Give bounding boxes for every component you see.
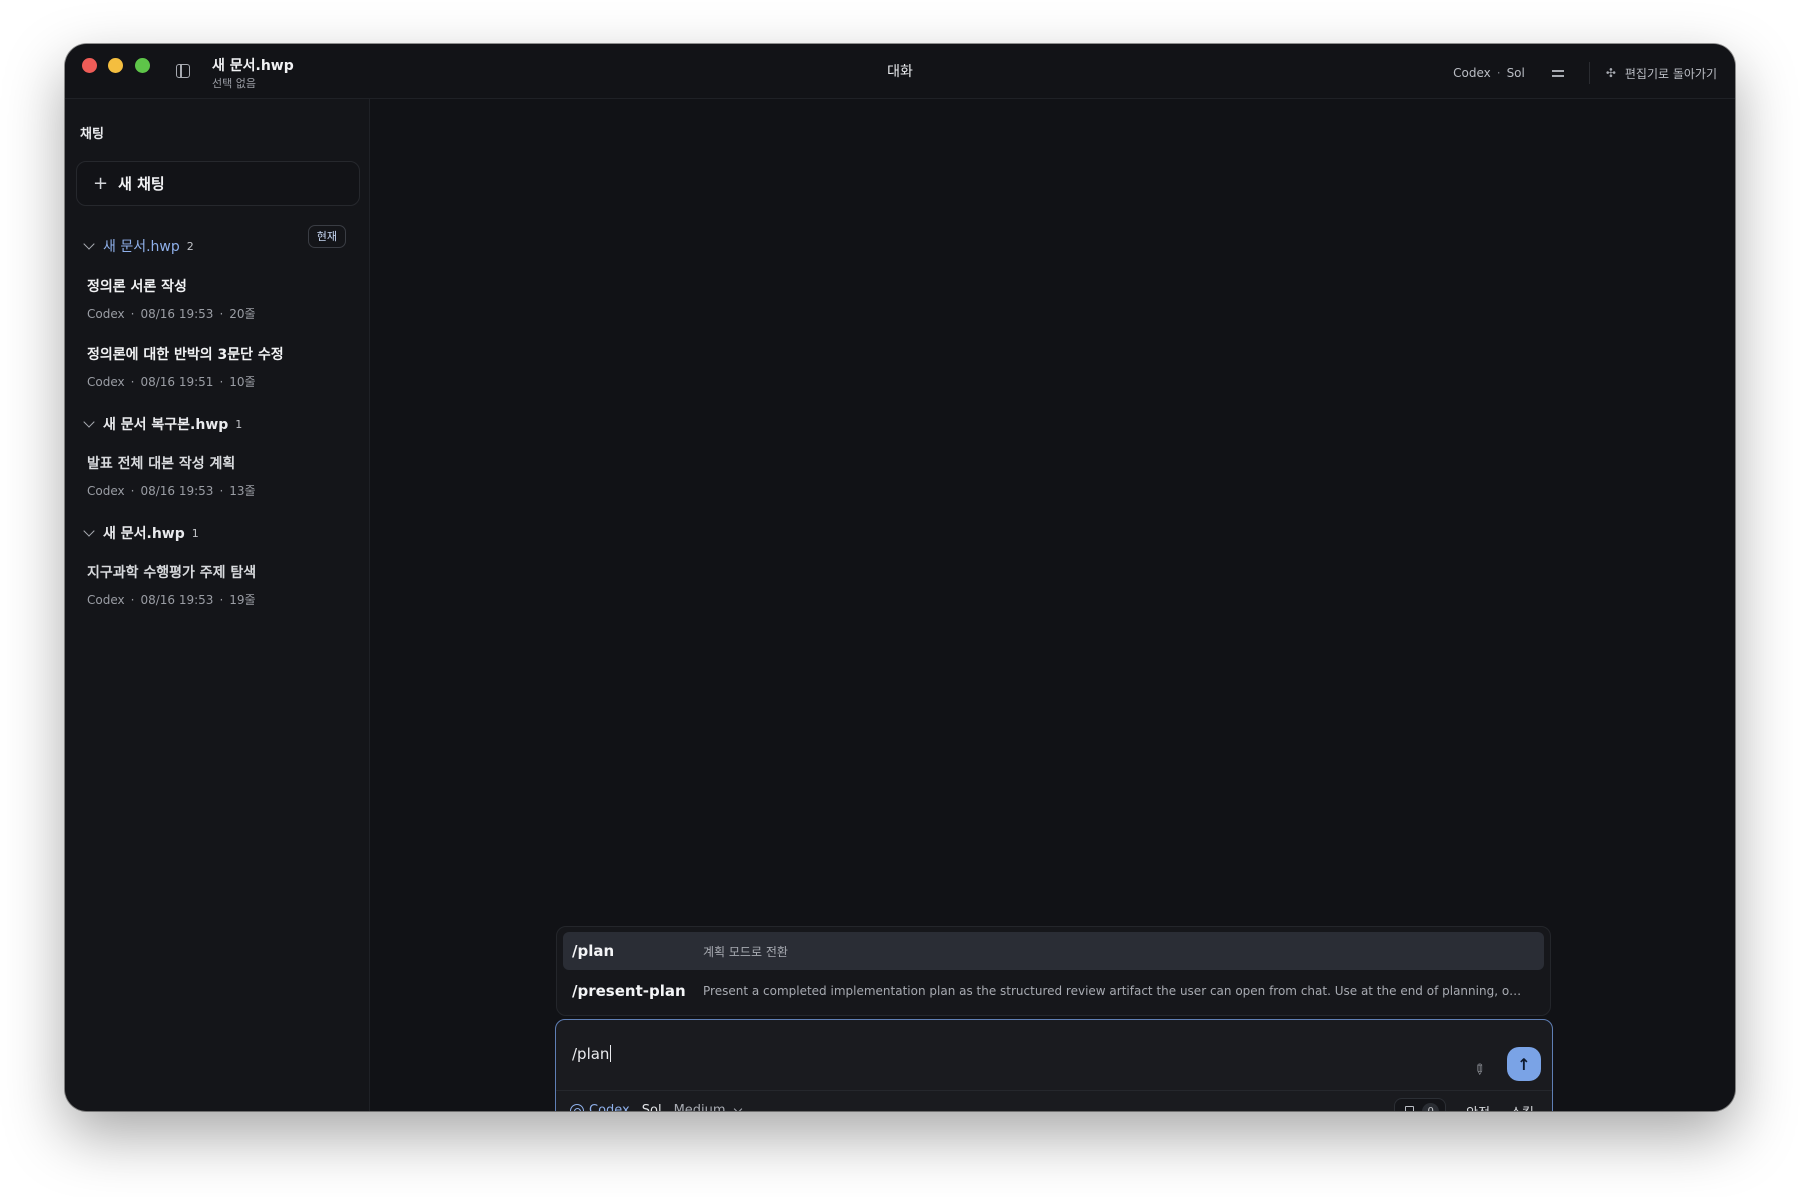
group-header-recovery-doc[interactable]: 새 문서 복구본.hwp 1 <box>83 414 243 434</box>
chat-provider: Codex <box>87 375 125 389</box>
separator-dot: · <box>219 484 224 498</box>
app-window: 새 문서.hwp 선택 없음 대화 Codex · Sol ✣ 편집기로 돌아가… <box>65 44 1735 1111</box>
message-composer: /plan ✎ ↑ Codex Sol Medium 0 <box>555 1019 1553 1111</box>
composer-toolbar: Codex Sol Medium 0 안전 스킬 <box>556 1090 1552 1111</box>
chat-lines: 10줄 <box>229 375 256 389</box>
chat-title: 발표 전체 대본 작성 계획 <box>87 456 236 472</box>
sidebar: 채팅 + 새 채팅 새 문서.hwp 2 현재 정의론 서론 작성 Codex ·… <box>65 99 370 1111</box>
chat-item[interactable]: 발표 전체 대본 작성 계획 Codex · 08/16 19:53 · 13줄 <box>87 453 357 499</box>
separator-dot: · <box>130 593 135 607</box>
plus-icon: + <box>93 173 109 194</box>
separator-dot: · <box>130 484 135 498</box>
chevron-down-icon <box>733 1104 742 1111</box>
suggestion-present-plan[interactable]: /present-plan Present a completed implem… <box>563 972 1544 1010</box>
chat-provider: Codex <box>87 307 125 321</box>
suggestion-description: 계획 모드로 전환 <box>703 944 788 959</box>
group-name: 새 문서 복구본.hwp <box>103 417 229 433</box>
group-count: 2 <box>186 239 194 253</box>
current-badge: 현재 <box>307 225 346 248</box>
provider-label: Codex <box>589 1103 630 1111</box>
chat-time: 08/16 19:53 <box>140 307 214 321</box>
provider-label: Codex <box>1453 66 1491 80</box>
skills-button[interactable]: 스킬 <box>1510 1102 1534 1112</box>
suggestion-command: /plan <box>572 942 615 960</box>
suggestion-description: Present a completed implementation plan … <box>703 984 1528 998</box>
chat-time: 08/16 19:51 <box>140 375 214 389</box>
chat-provider: Codex <box>87 484 125 498</box>
group-count: 1 <box>191 526 199 540</box>
chat-lines: 20줄 <box>229 307 256 321</box>
chevron-down-icon <box>83 525 95 537</box>
separator-dot: · <box>219 375 224 389</box>
model-label: Sol <box>641 1103 662 1111</box>
text-caret <box>610 1045 612 1062</box>
composer-right-tools: 0 안전 스킬 <box>1394 1098 1534 1111</box>
new-chat-label: 새 채팅 <box>118 175 165 193</box>
safe-mode-button[interactable]: 안전 <box>1466 1102 1490 1112</box>
chat-item[interactable]: 정의론에 대한 반박의 3문단 수정 Codex · 08/16 19:51 · 10줄 <box>87 344 357 390</box>
chat-lines: 19줄 <box>229 593 256 607</box>
attach-icon[interactable]: ✎ <box>1469 1060 1489 1080</box>
attached-files-button[interactable]: 0 <box>1394 1098 1447 1111</box>
send-button[interactable]: ↑ <box>1507 1047 1541 1081</box>
titlebar: 새 문서.hwp 선택 없음 대화 Codex · Sol ✣ 편집기로 돌아가… <box>65 44 1735 99</box>
sidebar-heading: 채팅 <box>80 127 104 142</box>
back-to-editor-button[interactable]: 편집기로 돌아가기 <box>1625 65 1717 82</box>
chat-main: /plan 계획 모드로 전환 /present-plan Present a … <box>370 99 1735 1111</box>
chat-meta: Codex · 08/16 19:51 · 10줄 <box>87 373 357 390</box>
chat-title: 정의론 서론 작성 <box>87 279 187 295</box>
chat-lines: 13줄 <box>229 484 256 498</box>
new-chat-button[interactable]: + 새 채팅 <box>76 161 360 206</box>
chevron-down-icon <box>83 416 95 428</box>
chat-time: 08/16 19:53 <box>140 593 214 607</box>
arrow-up-icon: ↑ <box>1517 1054 1531 1074</box>
file-icon <box>1405 1105 1415 1111</box>
effort-label: Medium <box>673 1103 726 1111</box>
editor-icon: ✣ <box>1605 66 1616 80</box>
separator-dot: · <box>219 593 224 607</box>
divider <box>1588 62 1590 84</box>
separator-dot: · <box>1496 66 1501 80</box>
separator-dot: · <box>130 375 135 389</box>
group-header-current-doc[interactable]: 새 문서.hwp 2 <box>83 236 194 256</box>
attached-count: 0 <box>1422 1102 1440 1111</box>
chevron-down-icon <box>83 238 95 250</box>
group-header-other-doc[interactable]: 새 문서.hwp 1 <box>83 523 199 543</box>
chat-item[interactable]: 정의론 서론 작성 Codex · 08/16 19:53 · 20줄 <box>87 276 357 322</box>
chat-title: 정의론에 대한 반박의 3문단 수정 <box>87 347 284 363</box>
message-input-value: /plan <box>572 1045 610 1063</box>
suggestion-plan[interactable]: /plan 계획 모드로 전환 <box>563 932 1544 970</box>
chat-provider: Codex <box>87 593 125 607</box>
separator-dot: · <box>219 307 224 321</box>
chat-meta: Codex · 08/16 19:53 · 13줄 <box>87 482 357 499</box>
chat-meta: Codex · 08/16 19:53 · 20줄 <box>87 305 357 322</box>
message-input[interactable]: /plan <box>572 1045 612 1063</box>
model-selector[interactable]: Codex Sol Medium <box>570 1103 742 1111</box>
separator-dot: · <box>130 307 135 321</box>
chat-time: 08/16 19:53 <box>140 484 214 498</box>
slash-command-suggestions: /plan 계획 모드로 전환 /present-plan Present a … <box>556 926 1551 1016</box>
chat-meta: Codex · 08/16 19:53 · 19줄 <box>87 591 357 608</box>
group-name: 새 문서.hwp <box>103 526 185 542</box>
group-name: 새 문서.hwp <box>103 239 180 255</box>
chat-item[interactable]: 지구과학 수행평가 주제 탐색 Codex · 08/16 19:53 · 19줄 <box>87 562 357 608</box>
group-count: 1 <box>235 417 243 431</box>
model-label: Sol <box>1506 66 1525 80</box>
codex-icon <box>570 1103 584 1111</box>
suggestion-command: /present-plan <box>572 982 686 1000</box>
titlebar-right-controls: Codex · Sol ✣ 편집기로 돌아가기 <box>1453 62 1717 84</box>
chat-title: 지구과학 수행평가 주제 탐색 <box>87 565 257 581</box>
switch-model-icon[interactable] <box>1551 66 1565 80</box>
